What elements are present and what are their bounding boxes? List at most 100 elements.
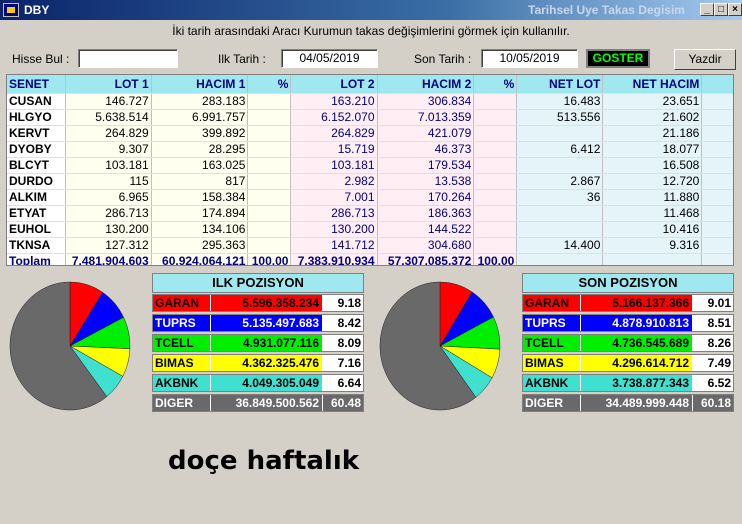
son-pozisyon-title: SON POZISYON bbox=[522, 273, 734, 293]
table-cell: HACIM 1 bbox=[151, 75, 249, 94]
table-cell: 186.363 bbox=[377, 205, 475, 222]
table-cell bbox=[247, 205, 292, 222]
window-right-title: Tarihsel Uye Takas Degisim bbox=[528, 3, 685, 17]
table-cell: KERVT bbox=[7, 125, 66, 142]
table-cell: 28.295 bbox=[151, 141, 249, 158]
table-row[interactable]: EUHOL 130.200 134.106 130.200 144.522 10.416 bbox=[7, 221, 733, 238]
table-cell: 130.200 bbox=[65, 221, 152, 238]
ilk-pozisyon-row-bimas: BIMAS 4.362.325.476 7.16 bbox=[152, 354, 364, 372]
table-cell: 11.468 bbox=[602, 205, 703, 222]
ilk-pozisyon-row-tcell: TCELL 4.931.077.116 8.09 bbox=[152, 334, 364, 352]
table-cell bbox=[701, 205, 733, 222]
table-cell: HLGYO bbox=[7, 109, 66, 126]
yazdir-button[interactable]: Yazdir bbox=[674, 49, 736, 70]
table-cell: 264.829 bbox=[290, 125, 378, 142]
ilk-pozisyon-row-tuprs: TUPRS 5.135.497.683 8.42 bbox=[152, 314, 364, 332]
maximize-button[interactable]: □ bbox=[714, 3, 728, 16]
table-cell bbox=[516, 253, 604, 265]
hisse-input[interactable] bbox=[78, 49, 178, 68]
table-cell: 23.651 bbox=[602, 93, 703, 110]
table-cell: 130.200 bbox=[290, 221, 378, 238]
minimize-button[interactable]: _ bbox=[700, 3, 714, 16]
info-text: İki tarih arasındaki Aracı Kurumun takas… bbox=[172, 24, 570, 38]
table-cell: 170.264 bbox=[377, 189, 475, 206]
percent-label: 60.48 bbox=[323, 395, 363, 411]
son-tarih-label: Son Tarih : bbox=[414, 52, 472, 66]
table-cell bbox=[247, 173, 292, 190]
table-cell bbox=[602, 253, 703, 265]
table-cell: 16.508 bbox=[602, 157, 703, 174]
table-cell: % bbox=[247, 75, 292, 94]
table-cell: 100,00 bbox=[473, 253, 518, 265]
son-tarih-input[interactable]: 10/05/2019 bbox=[481, 49, 578, 68]
table-cell bbox=[701, 157, 733, 174]
table-row[interactable]: CUSAN 146.727 283.183 163.210 306.834 16.483 2… bbox=[7, 93, 733, 110]
table-row[interactable]: DYOBY9.30728.295 15.71946.373 6.41218.0774… bbox=[7, 141, 733, 158]
table-cell: 174.894 bbox=[151, 205, 249, 222]
table-cell: 6.412 bbox=[516, 141, 604, 158]
table-row[interactable]: TKNSA 127.312 295.363 141.712 304.680 14.400 9… bbox=[7, 237, 733, 254]
table-cell: 7.001 bbox=[290, 189, 378, 206]
table-cell: 306.834 bbox=[377, 93, 475, 110]
table-cell: 146.727 bbox=[65, 93, 152, 110]
table-cell: LOT 1 bbox=[65, 75, 152, 94]
symbol-label: DIGER bbox=[153, 395, 211, 411]
table-row[interactable]: ETYAT 286.713 174.894 286.713 186.363 11.468 bbox=[7, 205, 733, 222]
table-cell: 2.982 bbox=[290, 173, 378, 190]
table-cell: 18.077 bbox=[602, 141, 703, 158]
hisse-label: Hisse Bul : bbox=[12, 52, 70, 66]
table-cell: 14.400 bbox=[516, 237, 604, 254]
goster-button[interactable]: GOSTER bbox=[586, 49, 650, 68]
value-label: 36.849.500.562 bbox=[211, 395, 323, 411]
table-row[interactable]: BLCYT 103.181 163.025 103.181 179.534 16.508 bbox=[7, 157, 733, 174]
percent-label: 8.26 bbox=[693, 335, 733, 351]
percent-label: 8.42 bbox=[323, 315, 363, 331]
ilk-pozisyon-row-diger: DIGER 36.849.500.562 60.48 bbox=[152, 394, 364, 412]
ilk-tarih-label: Ilk Tarih : bbox=[218, 52, 266, 66]
data-grid[interactable]: SENET LOT 1 HACIM 1% LOT 2 HACIM 2% NET LOT NE… bbox=[6, 74, 734, 266]
table-cell: Toplam bbox=[7, 253, 66, 265]
table-cell bbox=[247, 109, 292, 126]
table-cell: 421.079 bbox=[377, 125, 475, 142]
table-row[interactable]: HLGYO 5.638.514 6.991.757 6.152.070 7.013.35… bbox=[7, 109, 733, 126]
table-cell: NET LOT bbox=[516, 75, 604, 94]
table-header-row[interactable]: SENET LOT 1 HACIM 1% LOT 2 HACIM 2% NET LOT NE… bbox=[7, 75, 733, 94]
symbol-label: TUPRS bbox=[153, 315, 211, 331]
son-pozisyon-pie-chart bbox=[379, 281, 501, 411]
value-label: 4.931.077.116 bbox=[211, 335, 323, 351]
table-cell bbox=[473, 205, 518, 222]
close-button[interactable]: × bbox=[728, 3, 742, 16]
table-cell bbox=[247, 189, 292, 206]
table-cell bbox=[516, 157, 604, 174]
table-cell: HACIM 2 bbox=[377, 75, 475, 94]
value-label: 3.738.877.343 bbox=[581, 375, 693, 391]
table-cell: 286.713 bbox=[290, 205, 378, 222]
table-cell: 0 bbox=[701, 189, 733, 206]
percent-label: 7.49 bbox=[693, 355, 733, 371]
value-label: 4.736.545.689 bbox=[581, 335, 693, 351]
symbol-label: BIMAS bbox=[153, 355, 211, 371]
percent-label: 6.64 bbox=[323, 375, 363, 391]
table-row[interactable]: DURDO115817 2.98213.538 2.86712.72096 bbox=[7, 173, 733, 190]
son-pozisyon-row-tuprs: TUPRS 4.878.910.813 8.51 bbox=[522, 314, 734, 332]
table-cell: 15.719 bbox=[290, 141, 378, 158]
overlay-caption: doçe haftalık bbox=[168, 446, 360, 476]
table-cell: LOT 2 bbox=[290, 75, 378, 94]
son-pozisyon-row-akbnk: AKBNK 3.738.877.343 6.52 bbox=[522, 374, 734, 392]
table-cell: 9.307 bbox=[65, 141, 152, 158]
symbol-label: GARAN bbox=[523, 295, 581, 311]
table-cell bbox=[473, 125, 518, 142]
percent-label: 6.52 bbox=[693, 375, 733, 391]
ilk-tarih-input[interactable]: 04/05/2019 bbox=[281, 49, 378, 68]
table-row[interactable]: KERVT 264.829 399.892 264.829 421.079 21.186 bbox=[7, 125, 733, 142]
table-cell: 399.892 bbox=[151, 125, 249, 142]
value-label: 34.489.999.448 bbox=[581, 395, 693, 411]
son-pozisyon-row-tcell: TCELL 4.736.545.689 8.26 bbox=[522, 334, 734, 352]
table-cell bbox=[473, 173, 518, 190]
table-cell: 286.713 bbox=[65, 205, 152, 222]
table-total-row[interactable]: Toplam 7.481.904.603 60.924.064.121 100,00 7… bbox=[7, 253, 733, 265]
table-cell: 57.307.085.372 bbox=[377, 253, 475, 265]
table-row[interactable]: ALKIM6.965158.384 7.001170.264 3611.8800 bbox=[7, 189, 733, 206]
table-cell: 100,00 bbox=[247, 253, 292, 265]
son-pozisyon-row-bimas: BIMAS 4.296.614.712 7.49 bbox=[522, 354, 734, 372]
